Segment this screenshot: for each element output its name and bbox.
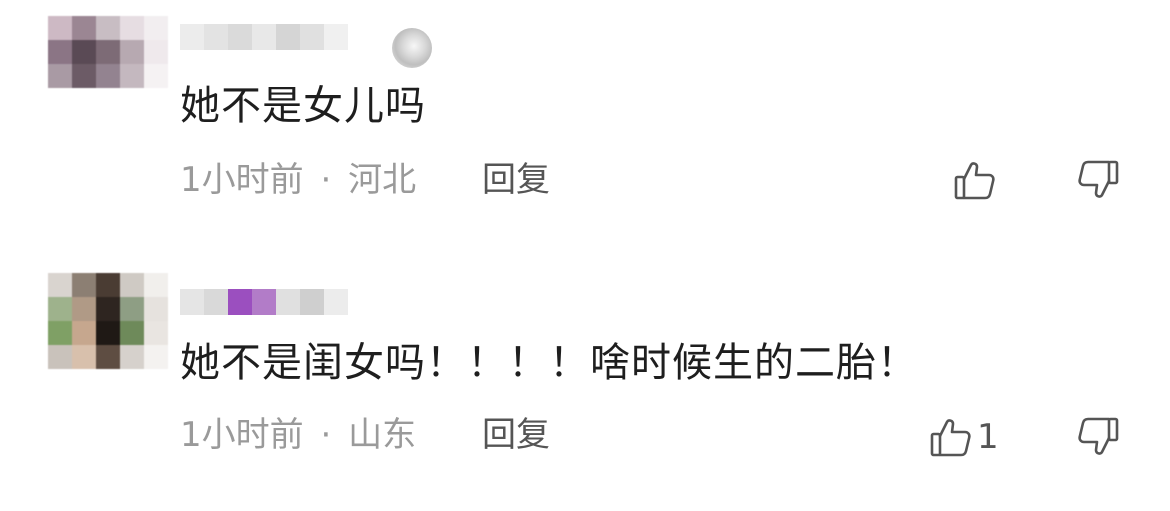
like-button[interactable] xyxy=(953,158,1001,202)
avatar-mosaic-cell xyxy=(144,64,168,88)
username-mosaic-cell xyxy=(228,24,252,50)
avatar-mosaic-cell xyxy=(48,321,72,345)
avatar-mosaic-cell xyxy=(144,345,168,369)
comment-time: 1小时前 xyxy=(180,160,304,200)
avatar-mosaic-cell xyxy=(48,345,72,369)
username-mosaic-cell xyxy=(204,24,228,50)
thumbs-down-icon xyxy=(1076,415,1120,459)
avatar-mosaic-cell xyxy=(120,273,144,297)
avatar-mosaic-cell xyxy=(144,40,168,64)
username-mosaic-cell xyxy=(276,24,300,50)
like-count: 1 xyxy=(977,417,999,457)
avatar-mosaic-cell xyxy=(48,16,72,40)
avatar-mosaic-cell xyxy=(144,16,168,40)
avatar-mosaic-cell xyxy=(72,16,96,40)
dislike-button[interactable] xyxy=(1076,415,1120,459)
avatar[interactable] xyxy=(48,10,168,135)
avatar-mosaic-cell xyxy=(96,16,120,40)
avatar[interactable] xyxy=(48,267,168,395)
reply-button[interactable]: 回复 xyxy=(482,160,550,200)
avatar-mosaic-cell xyxy=(120,321,144,345)
username-mosaic-cell xyxy=(300,289,324,315)
like-button[interactable]: 1 xyxy=(929,415,999,459)
avatar-mosaic-cell xyxy=(96,273,120,297)
meta-separator: · xyxy=(320,160,332,200)
comment-location: 山东 xyxy=(348,415,417,455)
comment-meta: 1小时前 · 山东 xyxy=(180,415,416,455)
avatar-mosaic-cell xyxy=(48,64,72,88)
comment-meta: 1小时前 · 河北 xyxy=(180,160,416,200)
thumbs-down-icon xyxy=(1076,158,1120,202)
avatar-mosaic-cell xyxy=(72,40,96,64)
avatar-mosaic-cell xyxy=(144,321,168,345)
username-mosaic-cell xyxy=(204,289,228,315)
avatar-mosaic-cell xyxy=(144,273,168,297)
avatar-mosaic-cell xyxy=(96,64,120,88)
avatar-mosaic-cell xyxy=(72,297,96,321)
avatar-mosaic-cell xyxy=(72,321,96,345)
avatar-mosaic-cell xyxy=(72,273,96,297)
username-mosaic-cell xyxy=(252,289,276,315)
username-mosaic-cell xyxy=(180,289,204,315)
comment-time: 1小时前 xyxy=(180,415,304,455)
username-mosaic-cell xyxy=(324,289,348,315)
avatar-mosaic-cell xyxy=(96,345,120,369)
avatar-mosaic-cell xyxy=(48,273,72,297)
username-mosaic-cell xyxy=(300,24,324,50)
avatar-mosaic-cell xyxy=(120,40,144,64)
username-mosaic-cell xyxy=(180,24,204,50)
avatar-mosaic-cell xyxy=(72,64,96,88)
comment-text: 她不是女儿吗 xyxy=(180,83,426,129)
meta-separator: · xyxy=(320,415,332,455)
comment-text: 她不是闺女吗！！！！啥时候生的二胎！ xyxy=(180,340,918,386)
avatar-mosaic-cell xyxy=(72,345,96,369)
username-mosaic-cell xyxy=(252,24,276,50)
user-badge-icon xyxy=(392,28,432,68)
avatar-mosaic-cell xyxy=(120,16,144,40)
reply-button[interactable]: 回复 xyxy=(482,415,550,455)
avatar-mosaic-cell xyxy=(120,297,144,321)
dislike-button[interactable] xyxy=(1076,158,1120,202)
avatar-mosaic-cell xyxy=(120,64,144,88)
comment-item: 她不是闺女吗！！！！啥时候生的二胎！ 1小时前 · 山东 回复 1 xyxy=(0,255,1170,511)
comment-item: 她不是女儿吗 1小时前 · 河北 回复 xyxy=(0,0,1170,240)
thumbs-up-icon xyxy=(953,158,997,202)
avatar-mosaic-cell xyxy=(144,297,168,321)
username-pixelated[interactable] xyxy=(180,283,440,323)
avatar-mosaic-cell xyxy=(48,297,72,321)
username-mosaic-cell xyxy=(324,24,348,50)
username-mosaic-cell xyxy=(276,289,300,315)
avatar-mosaic-cell xyxy=(96,297,120,321)
comment-location: 河北 xyxy=(348,160,417,200)
avatar-mosaic-cell xyxy=(120,345,144,369)
thumbs-up-icon xyxy=(929,415,973,459)
username-mosaic-cell xyxy=(228,289,252,315)
avatar-mosaic-cell xyxy=(96,40,120,64)
avatar-mosaic-cell xyxy=(96,321,120,345)
avatar-mosaic-cell xyxy=(48,40,72,64)
